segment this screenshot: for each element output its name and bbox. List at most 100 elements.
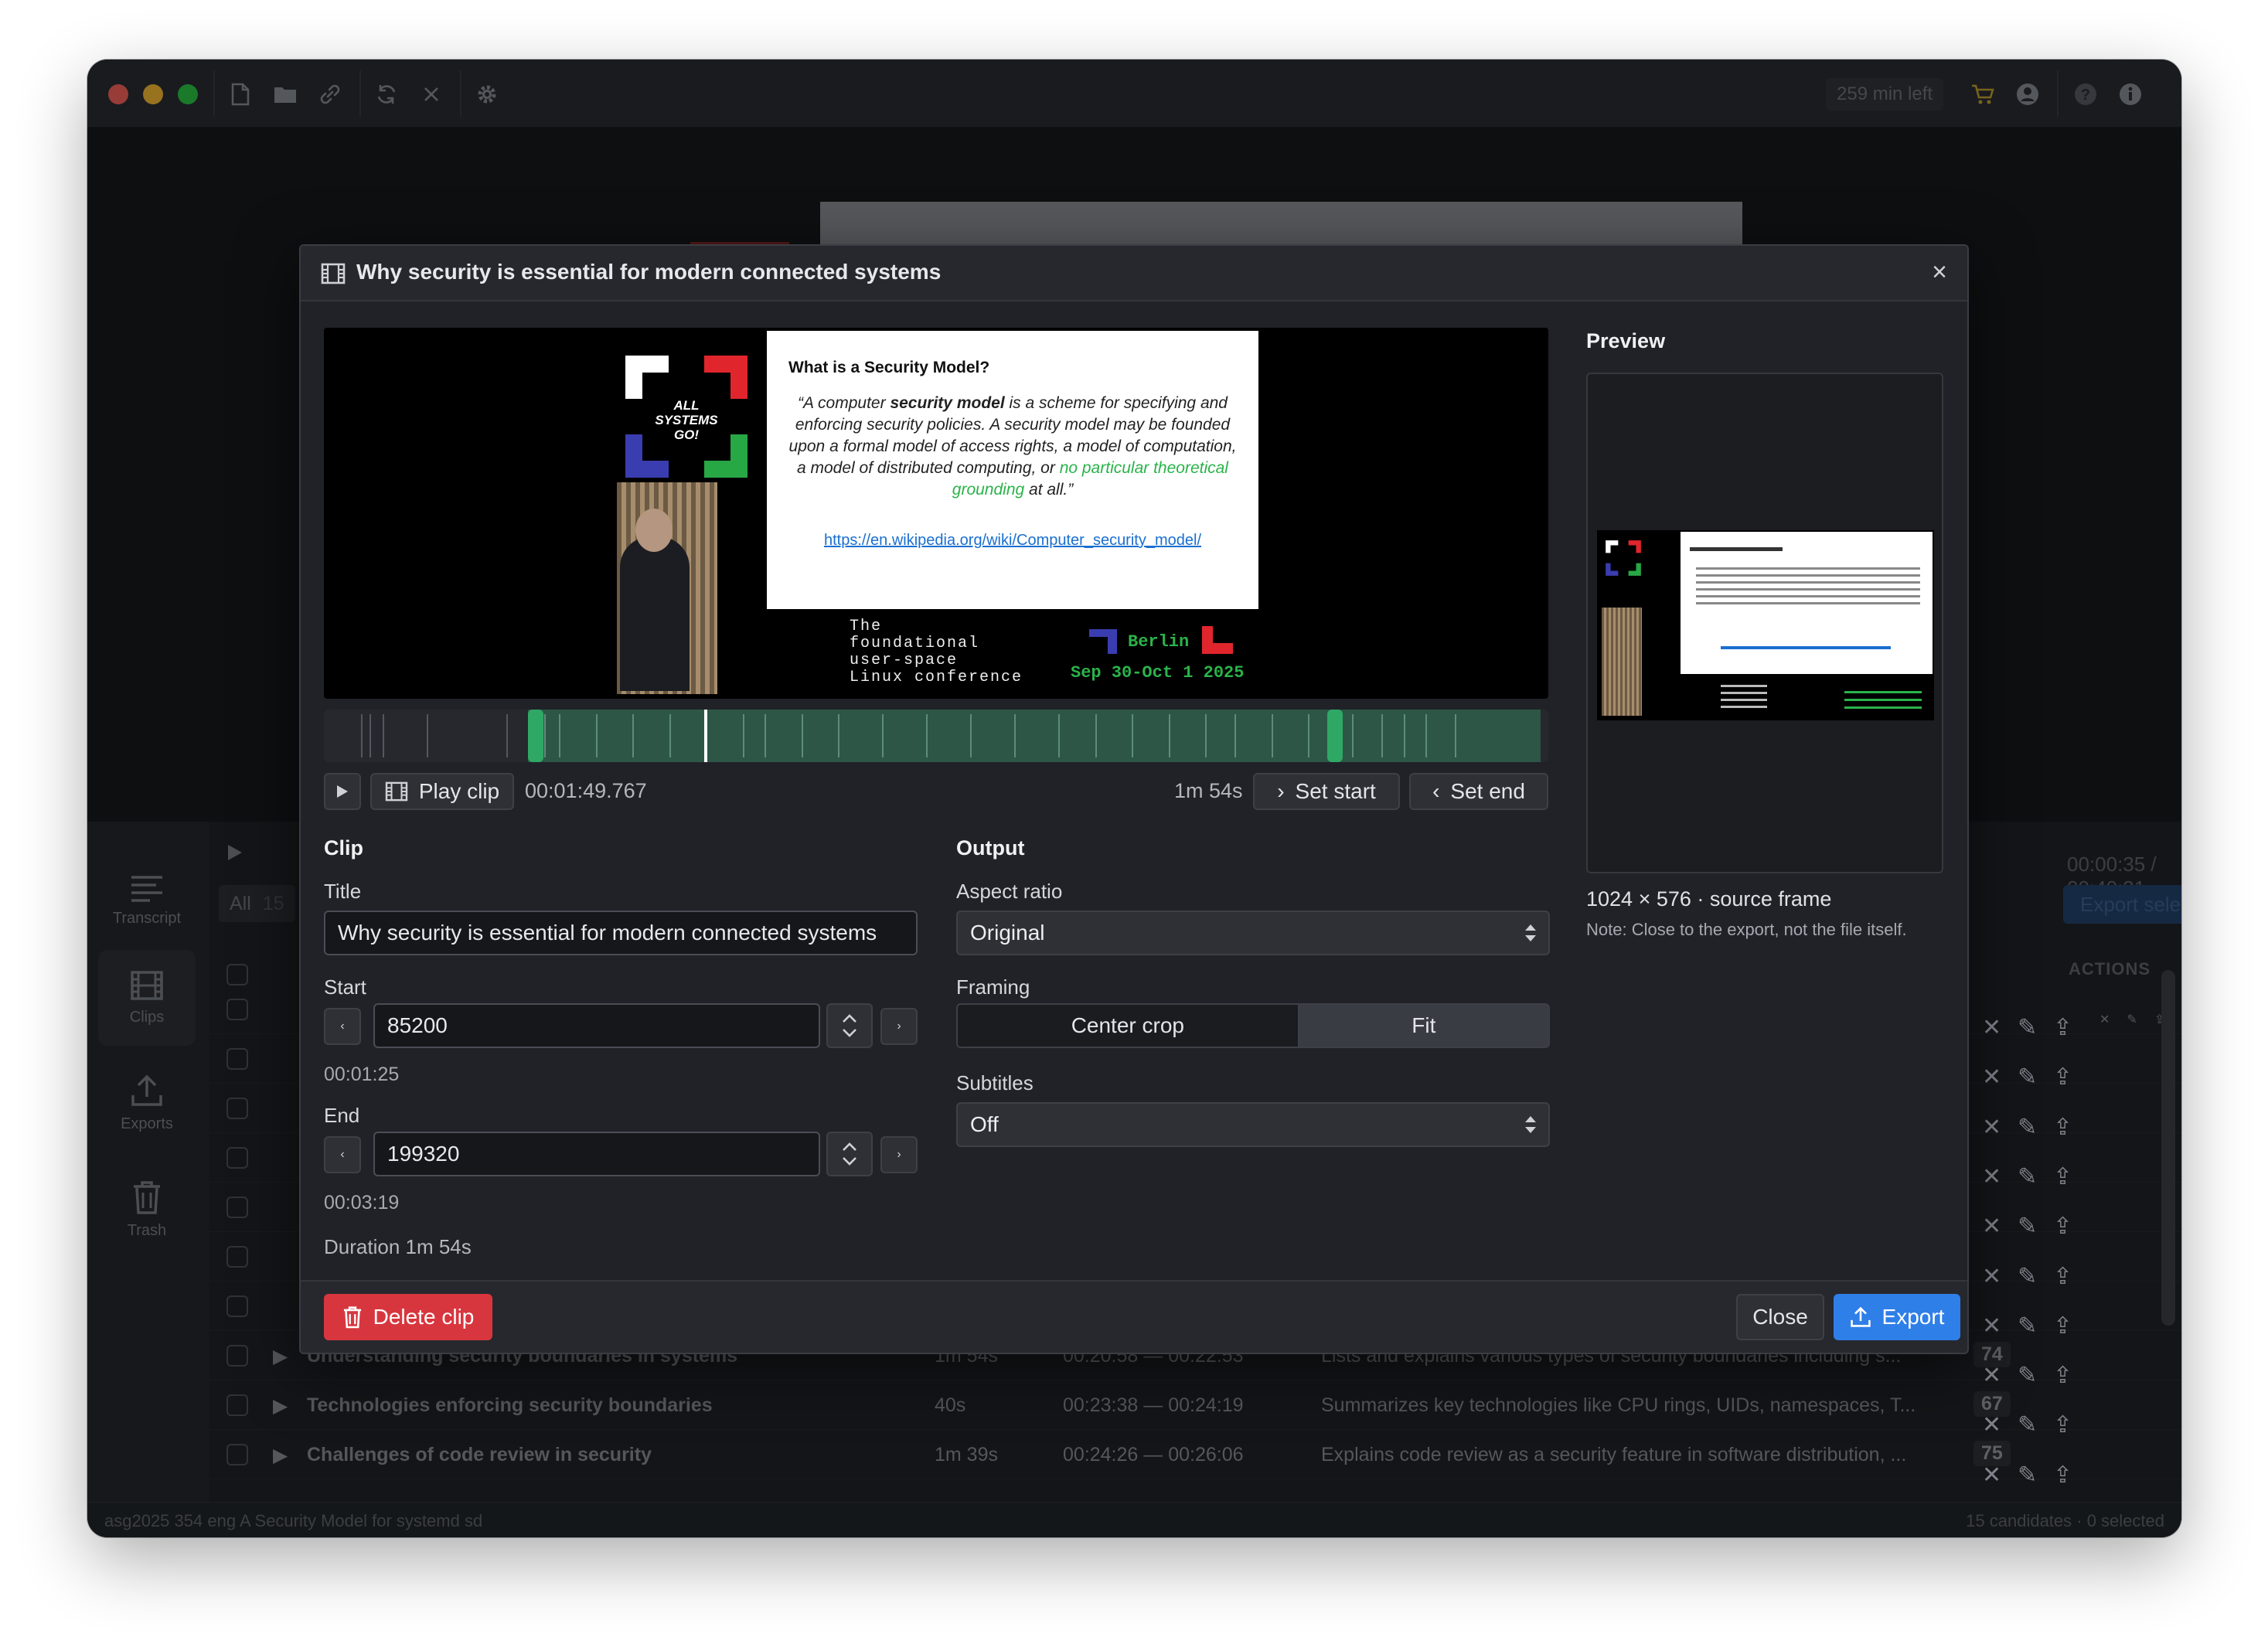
reject-icon[interactable]: ✕ [1982,1362,2001,1389]
export-icon[interactable]: ⇪ [2053,1462,2072,1489]
timeline-marker [369,714,371,757]
framing-label: Framing [956,975,1030,999]
timeline-marker [1425,714,1427,757]
start-label: Start [324,975,366,999]
edit-icon[interactable]: ✎ [2018,1213,2037,1240]
export-icon[interactable]: ⇪ [2053,1263,2072,1290]
reject-icon[interactable]: ✕ [1982,1312,2001,1340]
timeline-marker [838,714,839,757]
start-increment-button[interactable]: › [880,1008,918,1045]
end-decrement-button[interactable]: ‹ [324,1136,361,1173]
close-button[interactable]: Close [1736,1294,1824,1340]
edit-icon[interactable]: ✎ [2018,1462,2037,1489]
reject-icon[interactable]: ✕ [1982,1064,2001,1091]
speaker-image [617,482,717,694]
aspect-ratio-select[interactable]: Original [956,911,1550,955]
slide-tagline: The foundational user-space Linux conferenc… [850,618,1023,686]
video-frame[interactable]: ALL SYSTEMS GO! What is a Security Model… [324,328,1548,699]
start-decrement-button[interactable]: ‹ [324,1008,361,1045]
timeline-marker [926,714,928,757]
framing-fit[interactable]: Fit [1297,1005,1548,1047]
svg-text:ALL: ALL [673,398,699,413]
select-arrows-icon [1525,924,1536,941]
start-input[interactable]: 85200 [373,1003,820,1048]
subtitles-label: Subtitles [956,1071,1034,1094]
edit-icon[interactable]: ✎ [2018,1411,2037,1438]
arrow-logo-blue [1089,629,1117,654]
selected-range [528,710,1541,762]
playhead[interactable] [704,710,707,762]
export-icon[interactable]: ⇪ [2053,1014,2072,1041]
presentation-slide: What is a Security Model? “A computer se… [767,331,1258,609]
clip-timeline[interactable] [324,710,1548,762]
timeline-marker [1095,714,1097,757]
export-icon[interactable]: ⇪ [2053,1064,2072,1091]
chevron-right-icon: › [897,1020,901,1033]
reject-icon[interactable]: ✕ [1982,1014,2001,1041]
timeline-marker [383,714,384,757]
timeline-marker [1352,714,1354,757]
reject-icon[interactable]: ✕ [1982,1213,2001,1240]
title-label: Title [324,880,362,903]
edit-icon[interactable]: ✎ [2018,1114,2037,1141]
slide-city: Berlin [1128,632,1190,652]
set-start-button[interactable]: › Set start [1253,773,1400,810]
slide-quote: “A computer security model is a scheme f… [788,394,1237,499]
start-stepper[interactable] [826,1003,873,1048]
edit-icon[interactable]: ✎ [2018,1014,2037,1041]
timeline-marker [360,714,363,757]
export-icon[interactable]: ⇪ [2053,1114,2072,1141]
conference-logo [1606,540,1641,576]
export-icon[interactable]: ⇪ [2053,1312,2072,1340]
timeline-marker [427,714,428,757]
edit-icon[interactable]: ✎ [2018,1064,2037,1091]
preview-dimensions: 1024 × 576 · source frame [1586,887,1832,911]
start-time: 00:01:25 [324,1064,400,1085]
timeline-end-handle[interactable] [1327,710,1343,762]
timeline-marker [1058,714,1060,757]
framing-center-crop[interactable]: Center crop [958,1005,1298,1047]
timeline-marker [801,714,803,757]
edit-icon[interactable]: ✎ [2018,1362,2037,1389]
output-section-header: Output [956,836,1025,860]
arrow-logo-red [1202,626,1233,654]
play-icon [337,785,348,798]
export-icon[interactable]: ⇪ [2053,1362,2072,1389]
timeline-marker [742,714,744,757]
reject-icon[interactable]: ✕ [1982,1163,2001,1190]
reject-icon[interactable]: ✕ [1982,1411,2001,1438]
subtitles-select[interactable]: Off [956,1102,1550,1147]
play-button[interactable] [324,773,361,810]
reject-icon[interactable]: ✕ [1982,1462,2001,1489]
select-arrows-icon [1525,1116,1536,1133]
export-icon[interactable]: ⇪ [2053,1163,2072,1190]
end-increment-button[interactable]: › [880,1136,918,1173]
edit-icon[interactable]: ✎ [2018,1312,2037,1340]
end-input[interactable]: 199320 [373,1132,820,1176]
timeline-marker [595,714,598,757]
export-button[interactable]: Export [1834,1294,1960,1340]
timeline-start-handle[interactable] [528,710,543,762]
export-icon[interactable]: ⇪ [2053,1213,2072,1240]
preview-thumbnail [1597,530,1934,720]
reject-icon[interactable]: ✕ [1982,1114,2001,1141]
svg-text:SYSTEMS: SYSTEMS [655,413,718,427]
close-icon[interactable]: × [1932,258,1947,286]
edit-icon[interactable]: ✎ [2018,1163,2037,1190]
play-clip-button[interactable]: Play clip [370,773,514,810]
set-end-button[interactable]: ‹ Set end [1409,773,1548,810]
export-icon[interactable]: ⇪ [2053,1411,2072,1438]
preview-note: Note: Close to the export, not the file … [1586,920,1907,939]
end-stepper[interactable] [826,1132,873,1176]
dialog-header: Why security is essential for modern con… [301,246,1967,301]
chevron-right-icon: › [1277,779,1285,803]
title-input[interactable]: Why security is essential for modern con… [324,911,918,955]
clip-length: 1m 54s [1174,779,1243,802]
clip-duration: Duration 1m 54s [324,1235,472,1258]
timeline-marker [1014,714,1016,757]
delete-clip-button[interactable]: Delete clip [324,1294,492,1340]
edit-icon[interactable]: ✎ [2018,1263,2037,1290]
aspect-ratio-label: Aspect ratio [956,880,1063,903]
slide-heading: What is a Security Model? [788,359,990,376]
reject-icon[interactable]: ✕ [1982,1263,2001,1290]
